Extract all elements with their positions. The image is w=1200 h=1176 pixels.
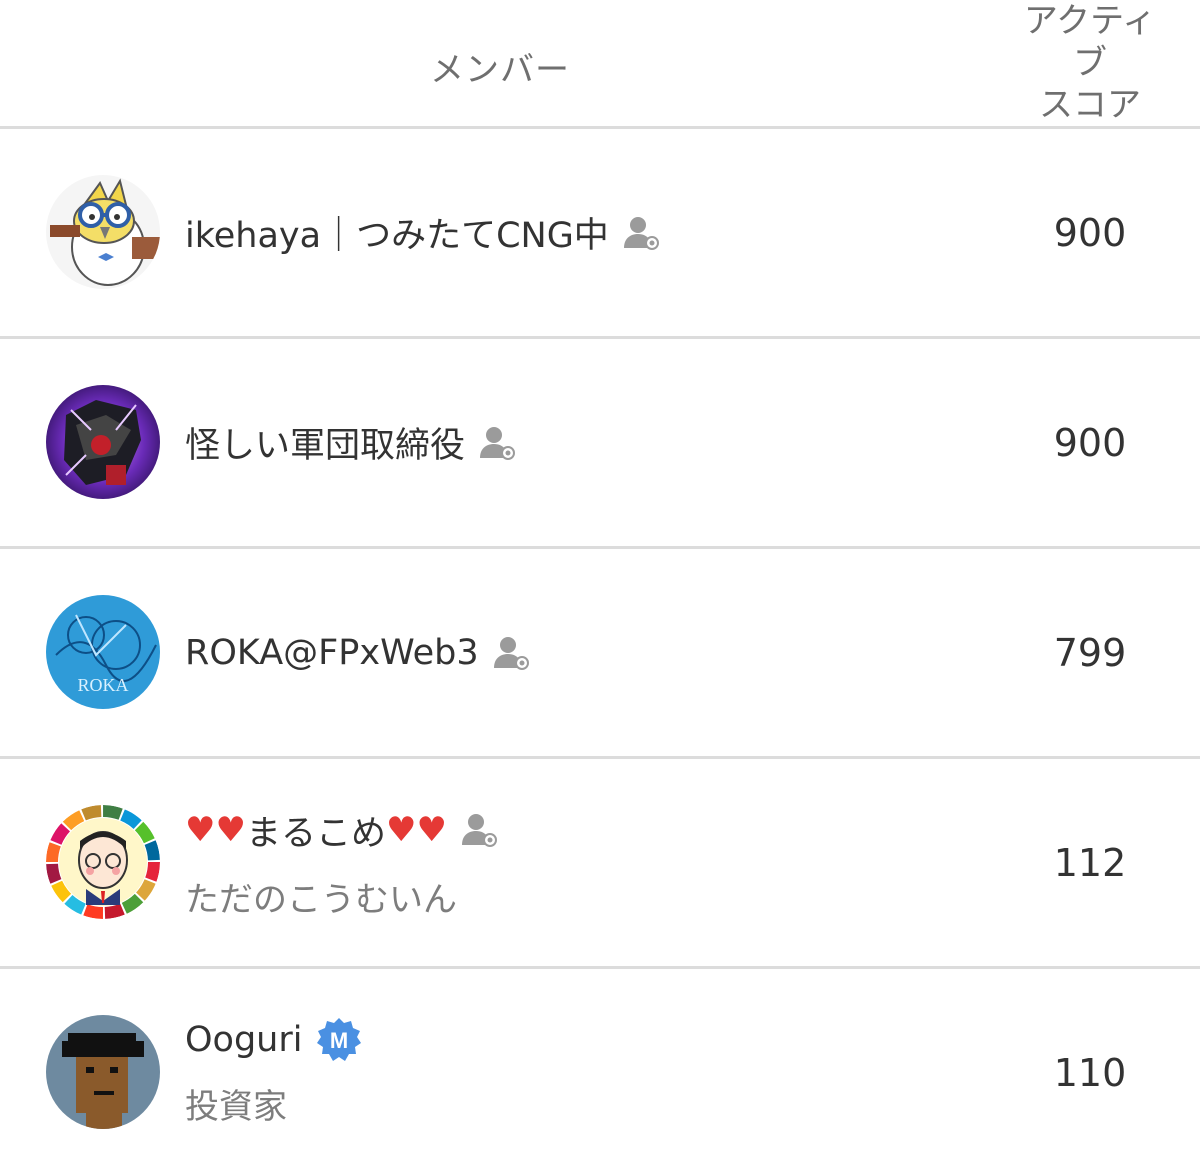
table-row[interactable]: ikehaya｜つみたてCNG中 900 (0, 129, 1200, 339)
member-award-icon (493, 635, 529, 671)
member-name[interactable]: 怪しい軍団取締役 (185, 417, 465, 468)
active-score-label-line-1: アクティ (1023, 1, 1157, 41)
member-subtitle: 投資家 (185, 1087, 287, 1127)
table-row[interactable]: ROKA ROKA@FPxWeb3 799 (0, 549, 1200, 759)
member-award-icon (623, 215, 659, 251)
active-score-column-header[interactable]: アクティ ブ スコア (995, 0, 1185, 126)
member-column-header[interactable]: メンバー (0, 42, 1000, 91)
heart-emoji-icon: ♥♥ (385, 810, 447, 850)
member-subtitle: ただのこうむいん (185, 879, 457, 920)
m-verified-badge-icon: M (316, 1017, 362, 1063)
active-score: 799 (1053, 630, 1127, 675)
member-name[interactable]: Ooguri (185, 1020, 302, 1060)
table-row[interactable]: Ooguri M 投資家 110 (0, 969, 1200, 1176)
member-name[interactable]: ROKA@FPxWeb3 (185, 633, 479, 673)
active-score-label-line-2: ブ (1073, 43, 1107, 83)
active-score: 110 (1053, 1050, 1127, 1095)
avatar[interactable]: ROKA (46, 595, 160, 709)
member-name[interactable]: ikehaya｜つみたてCNG中 (185, 207, 609, 258)
avatar[interactable] (46, 805, 160, 919)
avatar[interactable] (46, 175, 160, 289)
member-info: ♥♥ まるこめ ♥♥ ただのこうむいん (185, 759, 497, 966)
member-info: Ooguri M 投資家 (185, 969, 362, 1176)
table-header: メンバー アクティ ブ スコア (0, 0, 1200, 129)
avatar-logo-text: ROKA (77, 675, 128, 695)
table-row[interactable]: 怪しい軍団取締役 900 (0, 339, 1200, 549)
member-info: ikehaya｜つみたてCNG中 (185, 129, 659, 336)
active-score: 900 (1053, 420, 1127, 465)
member-info: ROKA@FPxWeb3 (185, 549, 529, 756)
member-name[interactable]: まるこめ (246, 805, 386, 856)
active-score-label-line-3: スコア (1039, 85, 1141, 125)
active-score: 900 (1053, 210, 1127, 255)
table-row[interactable]: ♥♥ まるこめ ♥♥ ただのこうむいん 112 (0, 759, 1200, 969)
svg-text:M: M (330, 1028, 348, 1053)
active-score: 112 (1053, 840, 1127, 885)
heart-emoji-icon: ♥♥ (185, 810, 246, 850)
avatar[interactable] (46, 385, 160, 499)
member-award-icon (461, 812, 497, 848)
member-award-icon (479, 425, 516, 461)
member-info: 怪しい軍団取締役 (185, 339, 516, 546)
avatar[interactable] (46, 1015, 160, 1129)
